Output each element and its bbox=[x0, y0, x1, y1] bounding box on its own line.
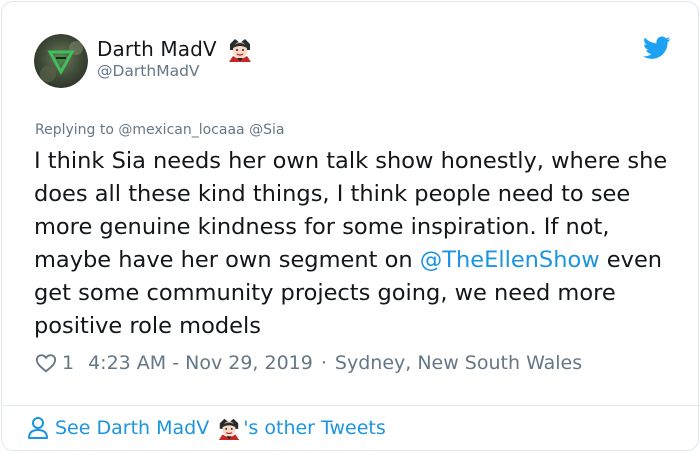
tweet-card: Darth MadV @DarthMadV Replying to @mexic… bbox=[1, 1, 700, 451]
mention-link[interactable]: @TheEllenShow bbox=[420, 247, 600, 273]
avatar-image bbox=[34, 34, 88, 88]
divider bbox=[3, 405, 700, 406]
see-other-tweets-prefix[interactable]: See Darth MadV bbox=[55, 417, 209, 439]
replying-to-label: Replying to bbox=[35, 122, 114, 138]
tweet-timestamp[interactable]: 4:23 AM - Nov 29, 2019 bbox=[88, 352, 313, 374]
see-other-tweets-link[interactable]: See Darth MadV 's other Tweets bbox=[27, 416, 386, 440]
like-count[interactable]: 1 bbox=[62, 352, 74, 374]
reply-mention[interactable]: @Sia bbox=[249, 122, 284, 138]
avatar[interactable] bbox=[34, 34, 88, 88]
tweet-meta-row: 1 4:23 AM - Nov 29, 2019 · Sydney, New S… bbox=[35, 352, 582, 374]
tweet-location[interactable]: Sydney, New South Wales bbox=[335, 352, 582, 374]
replying-to-line: Replying to @mexican_locaaa @Sia bbox=[35, 122, 284, 138]
see-other-tweets-suffix[interactable]: 's other Tweets bbox=[243, 417, 386, 439]
vampire-emoji-icon bbox=[227, 36, 253, 62]
author-name-row[interactable]: Darth MadV bbox=[97, 36, 253, 62]
twitter-bird-icon[interactable] bbox=[643, 36, 671, 60]
reply-mention[interactable]: @mexican_locaaa bbox=[118, 122, 244, 138]
person-icon bbox=[27, 416, 49, 440]
tweet-text: I think Sia needs her own talk show hone… bbox=[34, 145, 684, 343]
display-name[interactable]: Darth MadV bbox=[97, 37, 217, 61]
meta-separator: · bbox=[320, 352, 327, 374]
heart-icon[interactable] bbox=[35, 352, 57, 374]
vampire-emoji-icon bbox=[217, 416, 241, 440]
author-handle[interactable]: @DarthMadV bbox=[97, 62, 200, 80]
